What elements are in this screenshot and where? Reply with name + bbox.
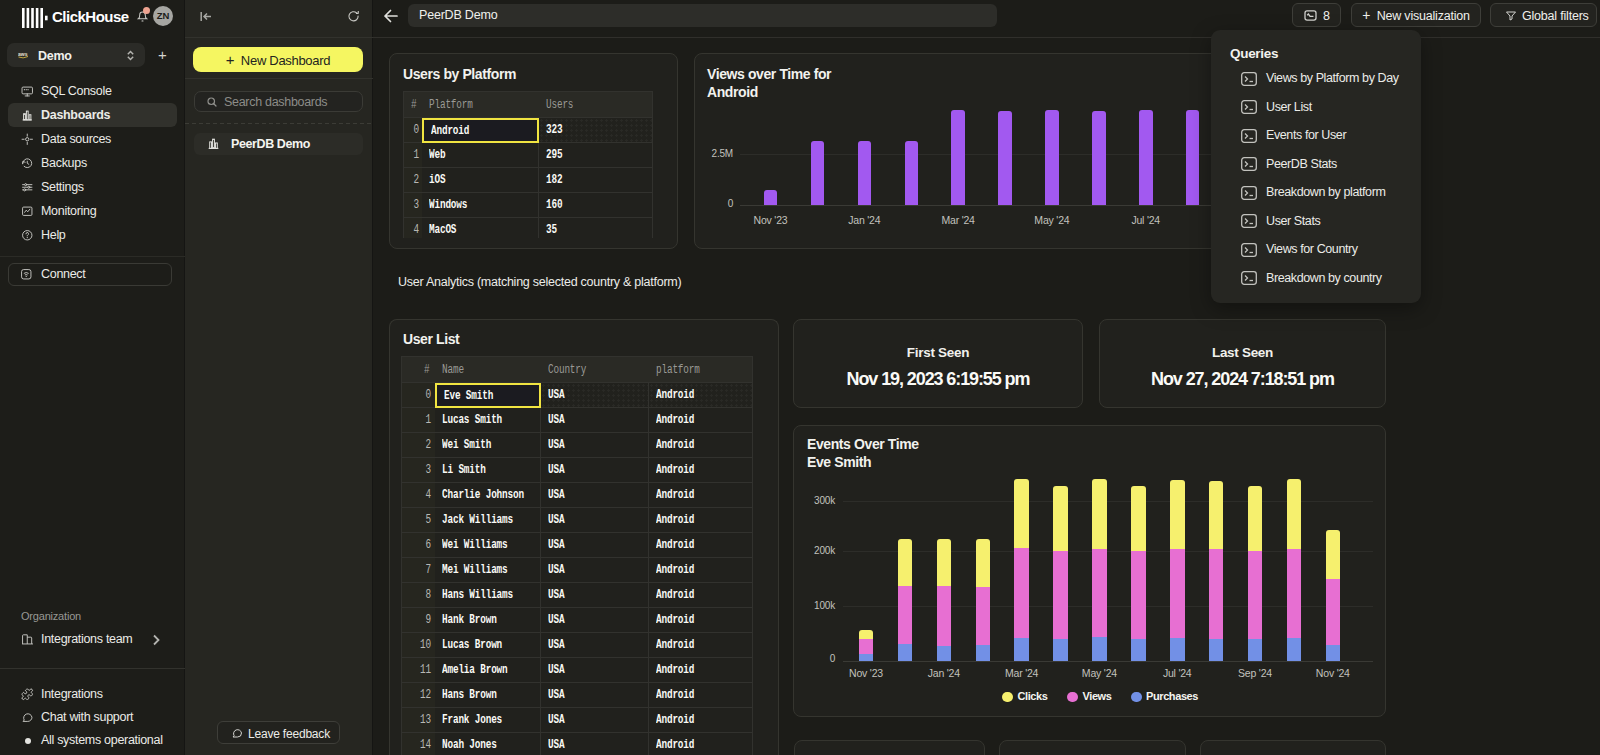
svg-text:aws: aws [18,51,28,57]
